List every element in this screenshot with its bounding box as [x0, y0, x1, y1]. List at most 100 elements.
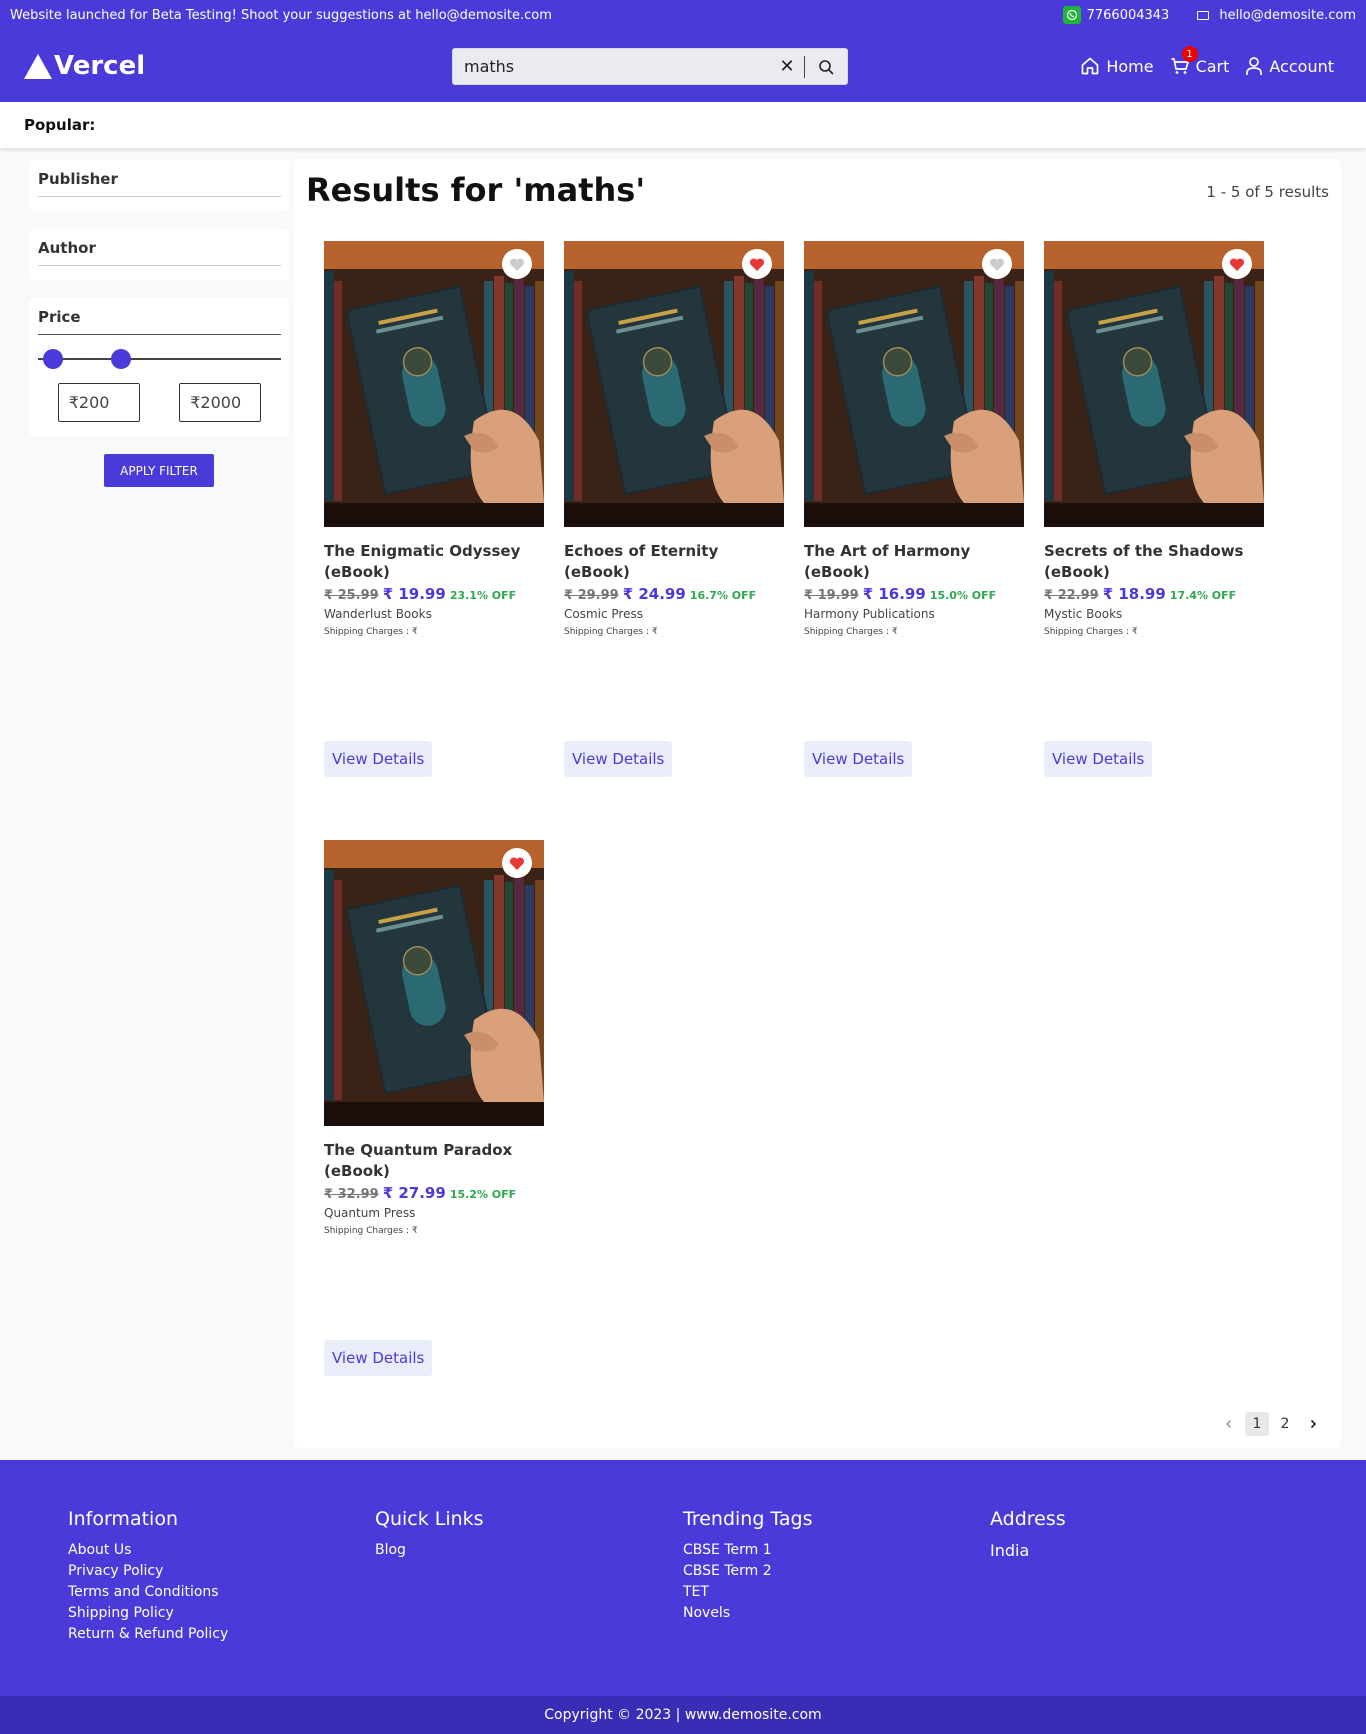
- heart-filled-icon[interactable]: [502, 848, 532, 878]
- search-icon[interactable]: [805, 59, 847, 75]
- view-details-button[interactable]: View Details: [804, 741, 913, 777]
- page-1[interactable]: 1: [1245, 1412, 1269, 1436]
- heart-filled-icon[interactable]: [742, 249, 772, 279]
- popular-bar: Popular:: [0, 102, 1366, 148]
- site-logo[interactable]: Vercel: [24, 51, 145, 81]
- product-card[interactable]: The Quantum Paradox (eBook) ₹ 32.99 ₹ 27…: [324, 840, 544, 1376]
- slider-max-handle[interactable]: [111, 349, 131, 369]
- cart-count-badge: 1: [1181, 46, 1198, 62]
- product-title[interactable]: Secrets of the Shadows (eBook): [1044, 541, 1264, 583]
- phone-contact[interactable]: 7766004343: [1062, 6, 1170, 24]
- heart-filled-icon[interactable]: [1222, 249, 1252, 279]
- discount-label: 16.7% OFF: [689, 589, 757, 602]
- product-title[interactable]: The Quantum Paradox (eBook): [324, 1140, 544, 1182]
- logo-text: Vercel: [54, 51, 146, 81]
- footer-link-refund-policy[interactable]: Return & Refund Policy: [68, 1624, 228, 1645]
- footer-link-about-us[interactable]: About Us: [68, 1540, 228, 1561]
- slider-track: [38, 358, 281, 360]
- search-input[interactable]: [453, 49, 770, 84]
- product-title[interactable]: Echoes of Eternity (eBook): [564, 541, 784, 583]
- product-image[interactable]: [324, 840, 544, 1126]
- whatsapp-icon: [1062, 6, 1081, 24]
- sale-price: ₹ 27.99: [382, 1184, 446, 1202]
- product-title[interactable]: The Enigmatic Odyssey (eBook): [324, 541, 544, 583]
- footer-address-line: India: [990, 1541, 1030, 1560]
- sale-price: ₹ 16.99: [862, 585, 926, 603]
- phone-number: 7766004343: [1086, 7, 1170, 23]
- announcement-text: Website launched for Beta Testing! Shoot…: [10, 7, 552, 23]
- product-card[interactable]: Secrets of the Shadows (eBook) ₹ 22.99 ₹…: [1044, 241, 1264, 777]
- email-contact[interactable]: hello@demosite.com: [1197, 8, 1356, 23]
- footer-tag-cbse-term-1[interactable]: CBSE Term 1: [683, 1540, 812, 1561]
- user-icon: [1246, 57, 1263, 75]
- popular-label: Popular:: [24, 116, 96, 134]
- footer-address-title: Address: [990, 1508, 1066, 1530]
- heart-outline-icon[interactable]: [502, 249, 532, 279]
- product-image[interactable]: [324, 241, 544, 527]
- footer-tag-novels[interactable]: Novels: [683, 1603, 812, 1624]
- discount-label: 23.1% OFF: [449, 589, 517, 602]
- footer-quick-links-title: Quick Links: [375, 1508, 484, 1530]
- view-details-button[interactable]: View Details: [324, 1340, 433, 1376]
- view-details-button[interactable]: View Details: [1044, 741, 1153, 777]
- shipping-charges: Shipping Charges : ₹: [804, 627, 898, 637]
- footer-link-terms[interactable]: Terms and Conditions: [68, 1582, 228, 1603]
- next-page-icon[interactable]: [1301, 1412, 1325, 1436]
- footer-tag-tet[interactable]: TET: [683, 1582, 812, 1603]
- heart-outline-icon[interactable]: [982, 249, 1012, 279]
- clear-search-icon[interactable]: ✕: [770, 56, 804, 77]
- main-header: Vercel ✕ Home 1 Cart Account: [0, 30, 1366, 102]
- product-prices: ₹ 25.99 ₹ 19.99 23.1% OFF: [324, 585, 544, 603]
- shipping-charges: Shipping Charges : ₹: [1044, 627, 1138, 637]
- product-publisher: Wanderlust Books: [324, 607, 432, 621]
- product-image[interactable]: [804, 241, 1024, 527]
- min-price-input[interactable]: [57, 383, 140, 422]
- filter-sidebar: Publisher Author Price APPLY FILTER: [29, 160, 289, 487]
- footer-link-blog[interactable]: Blog: [375, 1540, 484, 1561]
- apply-filter-button[interactable]: APPLY FILTER: [104, 454, 214, 487]
- discount-label: 15.2% OFF: [449, 1188, 517, 1201]
- price-range-slider[interactable]: [38, 347, 281, 371]
- announcement-bar: Website launched for Beta Testing! Shoot…: [0, 0, 1366, 30]
- view-details-button[interactable]: View Details: [324, 741, 433, 777]
- book-cover-image: [804, 241, 1024, 527]
- product-image[interactable]: [1044, 241, 1264, 527]
- book-cover-image: [324, 241, 544, 527]
- author-filter[interactable]: Author: [29, 229, 289, 280]
- product-prices: ₹ 29.99 ₹ 24.99 16.7% OFF: [564, 585, 784, 603]
- shipping-charges: Shipping Charges : ₹: [324, 627, 418, 637]
- product-card[interactable]: Echoes of Eternity (eBook) ₹ 29.99 ₹ 24.…: [564, 241, 784, 777]
- product-title[interactable]: The Art of Harmony (eBook): [804, 541, 1024, 583]
- results-count: 1 - 5 of 5 results: [1206, 183, 1329, 201]
- header-nav: Home 1 Cart Account: [1064, 30, 1334, 102]
- footer-tag-cbse-term-2[interactable]: CBSE Term 2: [683, 1561, 812, 1582]
- nav-home[interactable]: Home: [1080, 56, 1154, 76]
- shipping-charges: Shipping Charges : ₹: [324, 1226, 418, 1236]
- nav-account[interactable]: Account: [1245, 56, 1334, 76]
- triangle-logo-icon: [24, 53, 52, 79]
- footer-link-privacy-policy[interactable]: Privacy Policy: [68, 1561, 228, 1582]
- email-address: hello@demosite.com: [1219, 7, 1356, 23]
- price-filter-title: Price: [38, 308, 281, 335]
- book-cover-image: [324, 840, 544, 1126]
- product-image[interactable]: [564, 241, 784, 527]
- slider-min-handle[interactable]: [43, 349, 63, 369]
- prev-page-icon[interactable]: [1217, 1412, 1241, 1436]
- price-filter: Price: [29, 298, 289, 436]
- original-price: ₹ 29.99: [564, 588, 619, 603]
- product-card[interactable]: The Enigmatic Odyssey (eBook) ₹ 25.99 ₹ …: [324, 241, 544, 777]
- view-details-button[interactable]: View Details: [564, 741, 673, 777]
- original-price: ₹ 32.99: [324, 1187, 379, 1202]
- original-price: ₹ 25.99: [324, 588, 379, 603]
- publisher-filter[interactable]: Publisher: [29, 160, 289, 211]
- nav-home-label: Home: [1106, 56, 1154, 76]
- footer-link-shipping-policy[interactable]: Shipping Policy: [68, 1603, 228, 1624]
- copyright-bar: Copyright © 2023 | www.demosite.com: [0, 1696, 1366, 1734]
- product-card[interactable]: The Art of Harmony (eBook) ₹ 19.99 ₹ 16.…: [804, 241, 1024, 777]
- nav-cart[interactable]: 1 Cart: [1170, 46, 1229, 76]
- sale-price: ₹ 24.99: [622, 585, 686, 603]
- page-2[interactable]: 2: [1273, 1412, 1297, 1436]
- max-price-input[interactable]: [179, 383, 262, 422]
- discount-label: 15.0% OFF: [929, 589, 997, 602]
- sale-price: ₹ 19.99: [382, 585, 446, 603]
